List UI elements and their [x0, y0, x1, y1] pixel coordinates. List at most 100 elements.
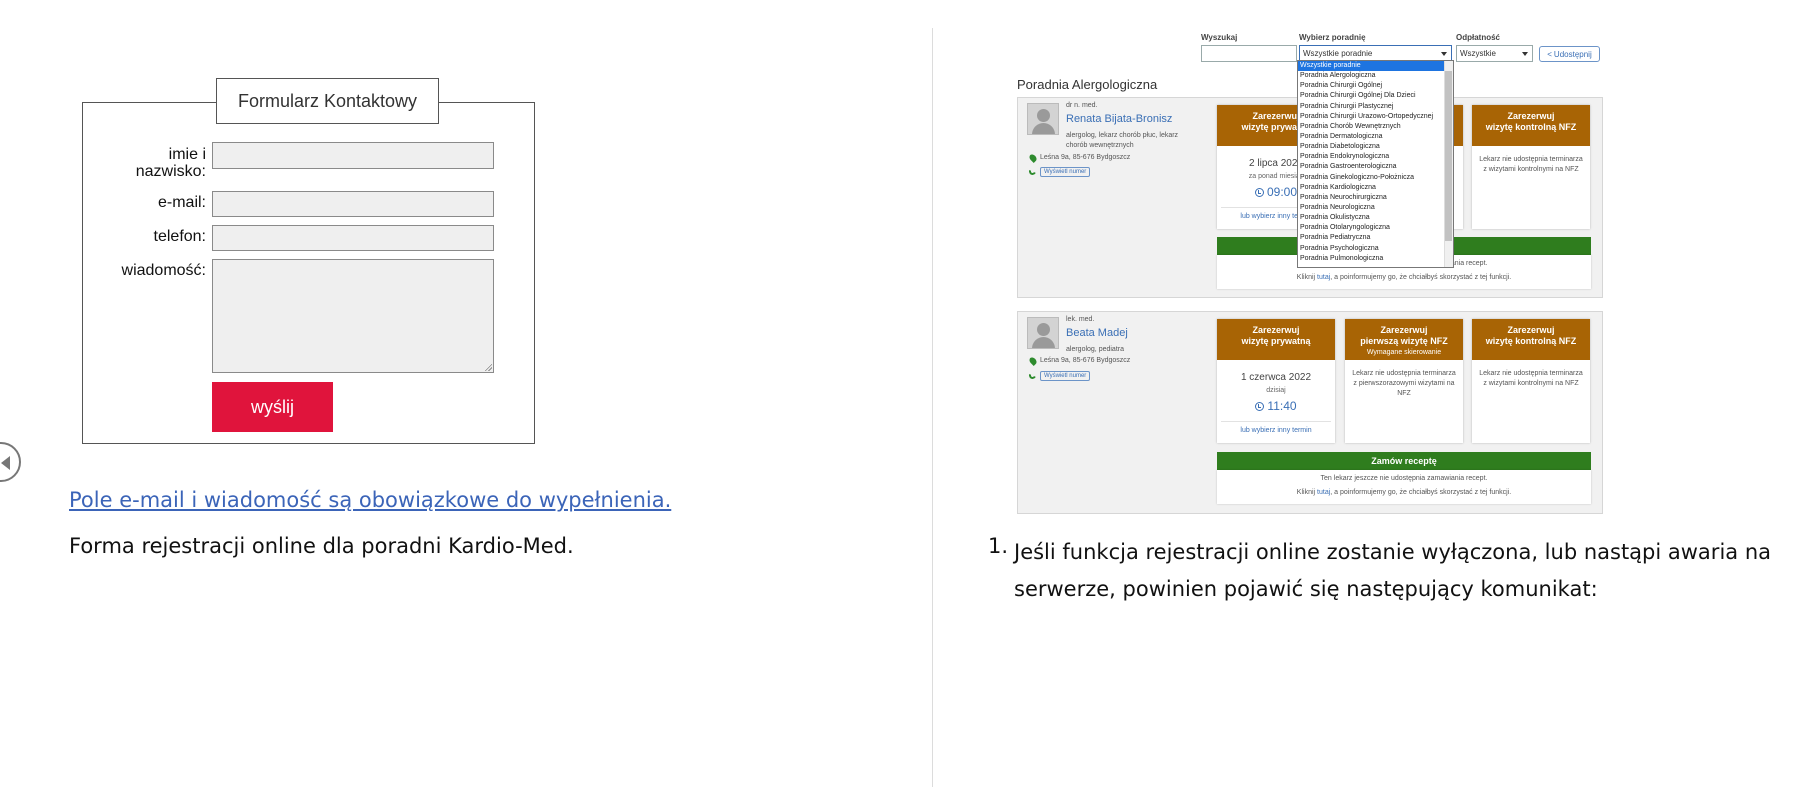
doctor-address: Leśna 9a, 85-676 Bydgoszcz — [1040, 154, 1131, 161]
previous-page-icon[interactable] — [0, 442, 21, 482]
dropdown-option[interactable]: Poradnia Chorób Wewnętrznych — [1298, 122, 1453, 132]
dropdown-option[interactable]: Poradnia Chirurgii Urazowo-Ortopedycznej — [1298, 112, 1453, 122]
section-title: Poradnia Alergologiczna — [1017, 77, 1158, 92]
order-prescription-button[interactable]: Zamów receptę — [1217, 452, 1591, 470]
doctor-specialization: alergolog, lekarz chorób płuc, lekarz ch… — [1066, 131, 1178, 151]
dropdown-option[interactable]: Poradnia Dermatologiczna — [1298, 132, 1453, 142]
slot-note: Lekarz nie udostępnia terminarza z wizyt… — [1479, 156, 1583, 173]
clinic-select-value: Wszystkie poradnie — [1303, 49, 1373, 58]
request-text: , a poinformujemy go, że chciałbyś skorz… — [1330, 274, 1512, 281]
page-divider — [932, 28, 933, 787]
other-term-link[interactable]: lub wybierz inny termin — [1217, 427, 1335, 434]
show-number-button[interactable]: Wyświetl numer — [1040, 371, 1091, 381]
avatar — [1027, 103, 1059, 135]
search-label: Wyszukaj — [1201, 33, 1238, 42]
dropdown-option[interactable]: Poradnia Chirurgii Ogólnej Dla Dzieci — [1298, 91, 1453, 101]
phone-field[interactable] — [212, 225, 494, 251]
slot-time: 09:00 — [1266, 185, 1298, 199]
message-field[interactable] — [212, 259, 494, 373]
clinic-dropdown-list[interactable]: Wszystkie poradnie Poradnia Alergologiczn… — [1297, 60, 1454, 268]
list-number: 1. — [988, 534, 1009, 558]
request-text: Kliknij — [1296, 274, 1316, 281]
contact-form-title: Formularz Kontaktowy — [216, 78, 439, 124]
submit-button[interactable]: wyślij — [212, 382, 333, 432]
clock-icon — [1255, 402, 1265, 411]
control-visit-header[interactable]: Zarezerwuj wizytę kontrolną NFZ — [1472, 105, 1590, 146]
dropdown-option[interactable]: Poradnia Chirurgii Ogólnej — [1298, 81, 1453, 91]
slot-time: 11:40 — [1267, 399, 1297, 413]
dropdown-option[interactable]: Poradnia Psychologiczna — [1298, 244, 1453, 254]
doctor-address: Leśna 9a, 85-676 Bydgoszcz — [1040, 357, 1131, 364]
slot-header-line: wizytę prywatną — [1241, 336, 1311, 346]
scrollbar-thumb[interactable] — [1445, 71, 1452, 241]
first-visit-slot: Zarezerwuj pierwszą wizytę NFZ Wymagane … — [1345, 319, 1463, 443]
slot-header-line: Zarezerwuj — [1252, 325, 1300, 335]
dropdown-option[interactable]: Poradnia Pediatryczna — [1298, 233, 1453, 243]
slot-header-line: wizytę kontrolną NFZ — [1485, 122, 1577, 132]
clock-icon — [1254, 188, 1264, 197]
dropdown-option[interactable]: Poradnia Alergologiczna — [1298, 71, 1453, 81]
dropdown-option[interactable]: Poradnia Ginekologiczno-Położnicza — [1298, 173, 1453, 183]
clinic-label: Wybierz poradnię — [1299, 33, 1366, 42]
slot-note: Lekarz nie udostępnia terminarza z wizyt… — [1479, 370, 1583, 387]
share-icon: < — [1547, 49, 1552, 59]
slot-note: Lekarz nie udostępnia terminarza z pierw… — [1352, 370, 1456, 397]
dropdown-option[interactable]: Poradnia Otolaryngologiczna — [1298, 223, 1453, 233]
dropdown-option[interactable]: Poradnia Kardiologiczna — [1298, 183, 1453, 193]
search-input[interactable] — [1201, 45, 1297, 62]
specialization-line: alergolog, lekarz chorób płuc, lekarz — [1066, 132, 1179, 139]
dropdown-option[interactable]: Poradnia Chirurgii Plastycznej — [1298, 102, 1453, 112]
control-visit-header[interactable]: Zarezerwuj wizytę kontrolną NFZ — [1472, 319, 1590, 360]
resize-grip-icon[interactable] — [484, 363, 492, 371]
dropdown-option[interactable]: Poradnia Okulistyczna — [1298, 213, 1453, 223]
specialization-line: chorób wewnętrznych — [1066, 142, 1134, 149]
dropdown-option[interactable]: Poradnia Gastroenterologiczna — [1298, 162, 1453, 172]
show-number-button[interactable]: Wyświetl numer — [1040, 167, 1091, 177]
dropdown-option[interactable]: Poradnia Diabetologiczna — [1298, 142, 1453, 152]
payment-select-value: Wszystkie — [1460, 49, 1496, 58]
slot-relative-date: dzisiaj — [1266, 387, 1286, 394]
private-visit-header[interactable]: Zarezerwuj wizytę prywatną — [1217, 319, 1335, 360]
slot-date: 1 czerwca 2022 — [1240, 372, 1312, 383]
referral-required-note: Wymagane skierowanie — [1366, 349, 1442, 356]
request-link[interactable]: tutaj — [1317, 274, 1330, 281]
slot-header-line: Zarezerwuj — [1507, 111, 1555, 121]
email-field[interactable] — [212, 191, 494, 217]
slot-time-button[interactable]: 11:40 — [1217, 399, 1335, 413]
caption-text: Forma rejestracji online dla poradni Kar… — [69, 534, 574, 558]
divider — [1221, 421, 1331, 422]
dropdown-option[interactable]: Wszystkie poradnie — [1298, 61, 1453, 72]
phone-label: telefon: — [153, 228, 206, 245]
message-label: wiadomość: — [121, 262, 206, 279]
list-item-text: Jeśli funkcja rejestracji online zostani… — [1014, 540, 1771, 601]
dropdown-option[interactable]: Poradnia Endokrynologiczna — [1298, 152, 1453, 162]
prescription-request: Kliknij tutaj, a poinformujemy go, że ch… — [1217, 274, 1591, 281]
control-visit-slot: Zarezerwuj wizytę kontrolną NFZ Lekarz n… — [1472, 105, 1590, 229]
doctor-name-link[interactable]: Renata Bijata-Bronisz — [1066, 113, 1172, 125]
private-visit-slot: Zarezerwuj wizytę prywatną 1 czerwca 202… — [1217, 319, 1335, 443]
request-link[interactable]: tutaj — [1317, 489, 1330, 496]
dropdown-scrollbar[interactable] — [1444, 61, 1453, 267]
chevron-down-icon — [1441, 52, 1447, 56]
slot-header-line: Zarezerwuj — [1507, 325, 1555, 335]
payment-select[interactable]: Wszystkie — [1456, 45, 1533, 62]
request-text: , a poinformujemy go, że chciałbyś skorz… — [1330, 489, 1512, 496]
chevron-down-icon — [1522, 52, 1528, 56]
first-visit-header[interactable]: Zarezerwuj pierwszą wizytę NFZ Wymagane … — [1345, 319, 1463, 360]
prescription-note: Ten lekarz jeszcze nie udostępnia zamawi… — [1320, 475, 1488, 482]
prescription-request: Kliknij tutaj, a poinformujemy go, że ch… — [1217, 489, 1591, 496]
slot-header-line: Zarezerwuj — [1380, 325, 1428, 335]
required-fields-link[interactable]: Pole e-mail i wiadomość są obowiązkowe d… — [69, 488, 671, 512]
name-field[interactable] — [212, 142, 494, 169]
avatar — [1027, 317, 1059, 349]
doctor-title: lek. med. — [1066, 316, 1095, 323]
email-label: e-mail: — [157, 194, 206, 211]
doctor-specialization: alergolog, pediatra — [1066, 346, 1124, 353]
doctor-title: dr n. med. — [1066, 102, 1098, 109]
doctor-name-link[interactable]: Beata Madej — [1066, 327, 1128, 339]
name-label: imie i nazwisko: — [135, 146, 206, 180]
share-button[interactable]: < Udostępnij — [1539, 46, 1600, 62]
dropdown-option[interactable]: Poradnia Pulmonologiczna — [1298, 254, 1453, 264]
dropdown-option[interactable]: Poradnia Neurochirurgiczna — [1298, 193, 1453, 203]
dropdown-option[interactable]: Poradnia Neurologiczna — [1298, 203, 1453, 213]
